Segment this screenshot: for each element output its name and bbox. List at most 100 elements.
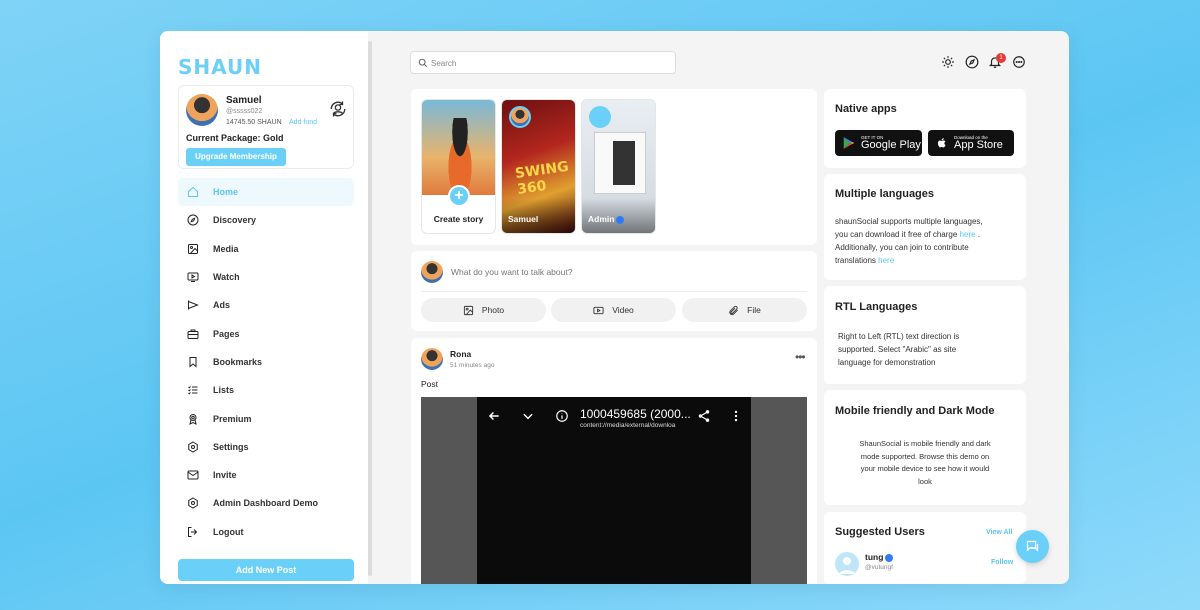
story-label: Create story bbox=[433, 214, 484, 224]
languages-card: Multiple languages shaunSocial supports … bbox=[824, 174, 1026, 280]
google-play-button[interactable]: GET IT ON Google Play bbox=[835, 130, 922, 156]
chevron-down-icon bbox=[523, 413, 533, 420]
sidebar-item-label: Invite bbox=[213, 470, 237, 481]
sidebar-item-premium[interactable]: Premium bbox=[178, 404, 354, 432]
sidebar-item-settings[interactable]: Settings bbox=[178, 433, 354, 461]
add-new-post-button[interactable]: Add New Post bbox=[178, 559, 354, 581]
sidebar-item-label: Ads bbox=[213, 300, 231, 311]
gear-icon bbox=[188, 497, 198, 509]
verified-icon bbox=[616, 215, 625, 224]
sidebar-item-label: Settings bbox=[213, 441, 249, 452]
photo-button[interactable]: Photo bbox=[421, 298, 546, 322]
paperclip-icon bbox=[729, 305, 739, 315]
sidebar-item-label: Watch bbox=[213, 272, 240, 283]
video-button[interactable]: Video bbox=[551, 298, 676, 322]
story-cover bbox=[422, 100, 495, 195]
sidebar-item-admin-dashboard[interactable]: Admin Dashboard Demo bbox=[178, 489, 354, 517]
logo[interactable]: SHAUN bbox=[178, 55, 262, 79]
video-icon bbox=[593, 306, 604, 314]
chat-bubble-icon bbox=[1026, 540, 1039, 552]
divider bbox=[421, 291, 807, 292]
app-window: SHAUN Samuel @sssss022 14745.50 SHAUN Ad… bbox=[160, 31, 1069, 584]
body-line: shaunSocial supports multiple languages, bbox=[835, 217, 983, 226]
sidebar-item-bookmarks[interactable]: Bookmarks bbox=[178, 348, 354, 376]
stories-card: + Create story SWING 360 Samuel Admin bbox=[411, 89, 817, 245]
follow-button[interactable]: Follow bbox=[991, 559, 1013, 566]
story-poster-text: SWING 360 bbox=[514, 158, 570, 198]
back-arrow-icon bbox=[488, 411, 499, 421]
story-item-admin[interactable]: Admin bbox=[581, 99, 656, 234]
sidebar-item-lists[interactable]: Lists bbox=[178, 376, 354, 404]
photo-label: Photo bbox=[481, 305, 505, 315]
body-line: supported. Select "Arabic" as site bbox=[838, 345, 957, 354]
sun-icon[interactable] bbox=[941, 55, 955, 69]
google-play-icon bbox=[843, 137, 855, 149]
compass-icon[interactable] bbox=[965, 55, 979, 69]
create-story-button[interactable]: + Create story bbox=[421, 99, 496, 234]
sidebar-item-media[interactable]: Media bbox=[178, 235, 354, 263]
post-text: Post bbox=[421, 379, 439, 389]
body-line: Right to Left (RTL) text direction is bbox=[838, 332, 960, 341]
upgrade-membership-button[interactable]: Upgrade Membership bbox=[186, 148, 286, 166]
sidebar-item-discovery[interactable]: Discovery bbox=[178, 206, 354, 234]
sidebar-item-invite[interactable]: Invite bbox=[178, 461, 354, 489]
sidebar-item-label: Pages bbox=[213, 328, 240, 339]
card-title: RTL Languages bbox=[835, 301, 918, 313]
chat-icon[interactable] bbox=[1012, 55, 1026, 69]
sidebar-item-label: Logout bbox=[213, 526, 244, 537]
app-store-button[interactable]: Download on the App Store bbox=[928, 130, 1014, 156]
user-icon bbox=[839, 557, 855, 574]
add-fund-link[interactable]: Add fund bbox=[289, 119, 317, 126]
post-author[interactable]: Rona bbox=[450, 349, 471, 359]
avatar bbox=[509, 106, 531, 128]
sidebar-item-watch[interactable]: Watch bbox=[178, 263, 354, 291]
card-title: Multiple languages bbox=[835, 188, 935, 200]
sidebar-item-label: Media bbox=[213, 243, 239, 254]
body-text: you can download it free of charge bbox=[835, 230, 958, 239]
media-subtitle: content://media/external/downloa bbox=[580, 422, 676, 429]
avatar[interactable] bbox=[186, 94, 218, 126]
media-title: 1000459685 (2000... bbox=[580, 407, 691, 421]
chat-fab-button[interactable] bbox=[1016, 530, 1049, 563]
body-line: ShaunSocial is mobile friendly and dark bbox=[859, 439, 991, 448]
sidebar-item-logout[interactable]: Logout bbox=[178, 518, 354, 546]
mobile-card: Mobile friendly and Dark Mode ShaunSocia… bbox=[824, 390, 1026, 505]
sidebar-item-label: Discovery bbox=[213, 215, 257, 226]
sidebar-item-pages[interactable]: Pages bbox=[178, 319, 354, 347]
apple-big-text: App Store bbox=[954, 139, 1003, 151]
card-title: Mobile friendly and Dark Mode bbox=[835, 405, 995, 417]
avatar[interactable] bbox=[835, 552, 859, 576]
body-line: Additionally, you can join to contribute bbox=[835, 243, 969, 252]
bookmark-icon bbox=[189, 356, 197, 368]
suggested-users-card: Suggested Users View All tung @vutungf F… bbox=[824, 512, 1026, 584]
story-screenshot bbox=[594, 132, 646, 194]
plus-icon: + bbox=[448, 185, 470, 207]
google-big-text: Google Play bbox=[861, 139, 921, 151]
download-here-link[interactable]: here bbox=[960, 230, 976, 239]
file-button[interactable]: File bbox=[682, 298, 807, 322]
more-options-icon[interactable]: ••• bbox=[795, 350, 806, 364]
view-all-link[interactable]: View All bbox=[986, 529, 1012, 536]
info-icon bbox=[556, 410, 568, 422]
switch-account-icon[interactable] bbox=[329, 100, 347, 118]
suggested-user-name[interactable]: tung bbox=[865, 552, 894, 562]
post-media[interactable]: 1000459685 (2000... content://media/exte… bbox=[421, 397, 807, 584]
search-input[interactable] bbox=[431, 55, 667, 71]
post-timestamp[interactable]: 51 minutes ago bbox=[450, 362, 494, 369]
story-item-samuel[interactable]: SWING 360 Samuel bbox=[501, 99, 576, 234]
sidebar-item-label: Bookmarks bbox=[213, 356, 263, 367]
sidebar-item-label: Premium bbox=[213, 413, 252, 424]
current-package: Current Package: Gold bbox=[186, 133, 284, 143]
sidebar-item-ads[interactable]: Ads bbox=[178, 291, 354, 319]
avatar[interactable] bbox=[421, 348, 443, 370]
post-input[interactable] bbox=[451, 263, 801, 281]
profile-name[interactable]: Samuel bbox=[226, 95, 262, 106]
sidebar-scrollbar[interactable] bbox=[368, 41, 372, 576]
wallet-balance: 14745.50 SHAUN bbox=[226, 119, 282, 126]
sidebar-item-home[interactable]: Home bbox=[178, 178, 354, 207]
card-body: shaunSocial supports multiple languages,… bbox=[835, 215, 983, 267]
body-text: . bbox=[977, 230, 981, 239]
compass-icon bbox=[187, 214, 199, 226]
search-bar[interactable] bbox=[410, 51, 676, 74]
translate-here-link[interactable]: here bbox=[878, 256, 894, 265]
